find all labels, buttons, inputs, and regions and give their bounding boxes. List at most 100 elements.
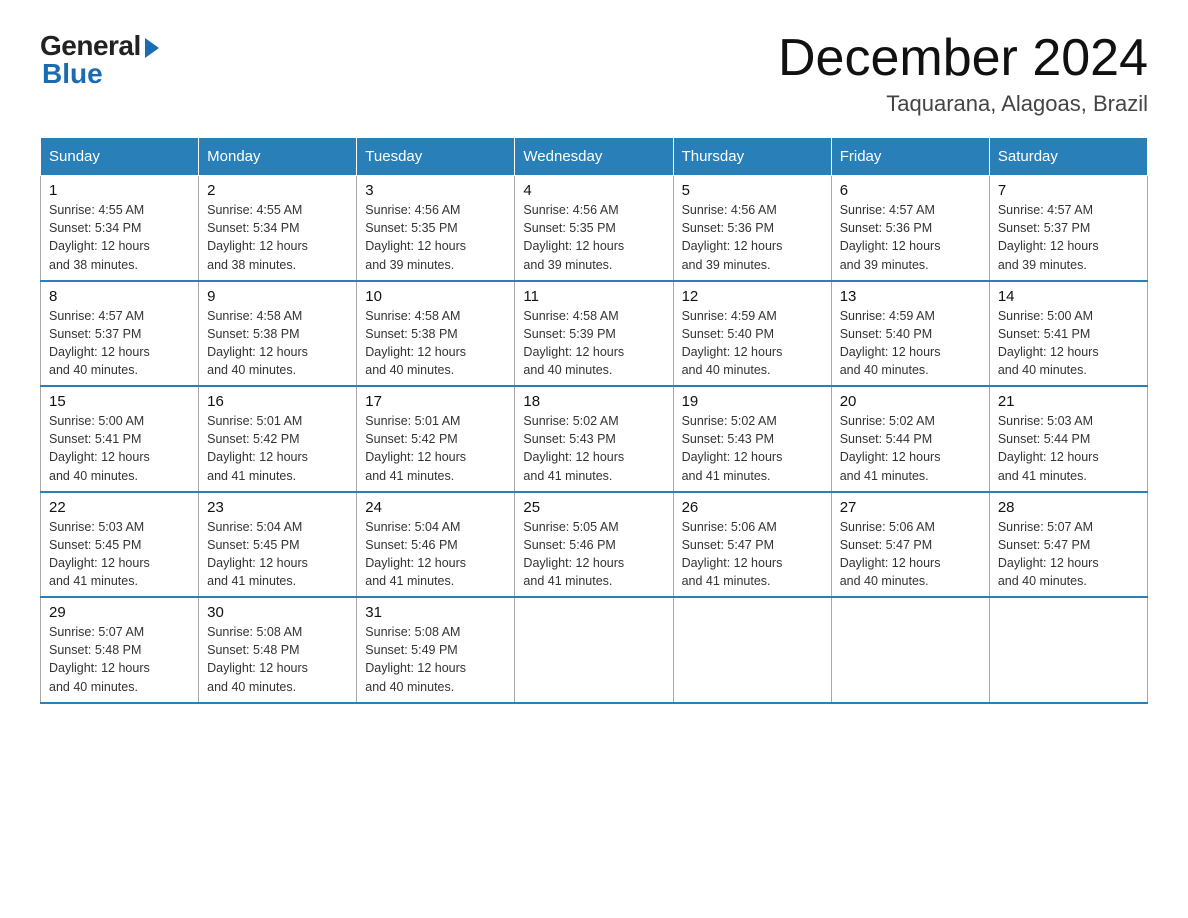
day-number: 23 bbox=[207, 499, 348, 516]
day-number: 21 bbox=[998, 393, 1139, 410]
day-info: Sunrise: 4:57 AM Sunset: 5:36 PM Dayligh… bbox=[840, 203, 941, 271]
day-info: Sunrise: 5:01 AM Sunset: 5:42 PM Dayligh… bbox=[365, 414, 466, 482]
calendar-cell: 19 Sunrise: 5:02 AM Sunset: 5:43 PM Dayl… bbox=[673, 386, 831, 492]
day-info: Sunrise: 4:58 AM Sunset: 5:39 PM Dayligh… bbox=[523, 309, 624, 377]
calendar-week-2: 8 Sunrise: 4:57 AM Sunset: 5:37 PM Dayli… bbox=[41, 281, 1148, 387]
day-number: 16 bbox=[207, 393, 348, 410]
page-title: December 2024 bbox=[778, 30, 1148, 87]
day-number: 11 bbox=[523, 288, 664, 305]
calendar-cell: 14 Sunrise: 5:00 AM Sunset: 5:41 PM Dayl… bbox=[989, 281, 1147, 387]
day-number: 8 bbox=[49, 288, 190, 305]
day-number: 25 bbox=[523, 499, 664, 516]
day-info: Sunrise: 5:02 AM Sunset: 5:43 PM Dayligh… bbox=[682, 414, 783, 482]
calendar-cell: 30 Sunrise: 5:08 AM Sunset: 5:48 PM Dayl… bbox=[199, 597, 357, 703]
calendar-cell bbox=[831, 597, 989, 703]
calendar-cell: 20 Sunrise: 5:02 AM Sunset: 5:44 PM Dayl… bbox=[831, 386, 989, 492]
day-info: Sunrise: 4:56 AM Sunset: 5:35 PM Dayligh… bbox=[365, 203, 466, 271]
day-number: 29 bbox=[49, 604, 190, 621]
day-info: Sunrise: 4:55 AM Sunset: 5:34 PM Dayligh… bbox=[49, 203, 150, 271]
weekday-header-sunday: Sunday bbox=[41, 138, 199, 176]
calendar-cell: 28 Sunrise: 5:07 AM Sunset: 5:47 PM Dayl… bbox=[989, 492, 1147, 598]
weekday-header-saturday: Saturday bbox=[989, 138, 1147, 176]
day-info: Sunrise: 5:06 AM Sunset: 5:47 PM Dayligh… bbox=[840, 520, 941, 588]
day-number: 22 bbox=[49, 499, 190, 516]
logo-arrow-icon bbox=[145, 38, 159, 58]
calendar-cell: 24 Sunrise: 5:04 AM Sunset: 5:46 PM Dayl… bbox=[357, 492, 515, 598]
calendar-cell: 22 Sunrise: 5:03 AM Sunset: 5:45 PM Dayl… bbox=[41, 492, 199, 598]
calendar-body: 1 Sunrise: 4:55 AM Sunset: 5:34 PM Dayli… bbox=[41, 176, 1148, 703]
day-info: Sunrise: 5:04 AM Sunset: 5:46 PM Dayligh… bbox=[365, 520, 466, 588]
calendar-table: SundayMondayTuesdayWednesdayThursdayFrid… bbox=[40, 137, 1148, 704]
day-number: 5 bbox=[682, 182, 823, 199]
calendar-cell: 8 Sunrise: 4:57 AM Sunset: 5:37 PM Dayli… bbox=[41, 281, 199, 387]
calendar-cell: 18 Sunrise: 5:02 AM Sunset: 5:43 PM Dayl… bbox=[515, 386, 673, 492]
day-info: Sunrise: 4:57 AM Sunset: 5:37 PM Dayligh… bbox=[49, 309, 150, 377]
weekday-header-thursday: Thursday bbox=[673, 138, 831, 176]
weekday-header-monday: Monday bbox=[199, 138, 357, 176]
day-info: Sunrise: 4:56 AM Sunset: 5:36 PM Dayligh… bbox=[682, 203, 783, 271]
day-info: Sunrise: 5:07 AM Sunset: 5:47 PM Dayligh… bbox=[998, 520, 1099, 588]
day-info: Sunrise: 5:06 AM Sunset: 5:47 PM Dayligh… bbox=[682, 520, 783, 588]
calendar-week-1: 1 Sunrise: 4:55 AM Sunset: 5:34 PM Dayli… bbox=[41, 176, 1148, 281]
day-number: 6 bbox=[840, 182, 981, 199]
calendar-cell: 25 Sunrise: 5:05 AM Sunset: 5:46 PM Dayl… bbox=[515, 492, 673, 598]
page-subtitle: Taquarana, Alagoas, Brazil bbox=[778, 91, 1148, 117]
day-info: Sunrise: 5:07 AM Sunset: 5:48 PM Dayligh… bbox=[49, 625, 150, 693]
title-block: December 2024 Taquarana, Alagoas, Brazil bbox=[778, 30, 1148, 117]
day-info: Sunrise: 5:08 AM Sunset: 5:49 PM Dayligh… bbox=[365, 625, 466, 693]
calendar-cell: 23 Sunrise: 5:04 AM Sunset: 5:45 PM Dayl… bbox=[199, 492, 357, 598]
calendar-cell: 16 Sunrise: 5:01 AM Sunset: 5:42 PM Dayl… bbox=[199, 386, 357, 492]
day-number: 4 bbox=[523, 182, 664, 199]
day-number: 18 bbox=[523, 393, 664, 410]
weekday-header-friday: Friday bbox=[831, 138, 989, 176]
calendar-week-5: 29 Sunrise: 5:07 AM Sunset: 5:48 PM Dayl… bbox=[41, 597, 1148, 703]
calendar-cell: 15 Sunrise: 5:00 AM Sunset: 5:41 PM Dayl… bbox=[41, 386, 199, 492]
day-info: Sunrise: 5:03 AM Sunset: 5:44 PM Dayligh… bbox=[998, 414, 1099, 482]
day-info: Sunrise: 4:55 AM Sunset: 5:34 PM Dayligh… bbox=[207, 203, 308, 271]
calendar-cell: 17 Sunrise: 5:01 AM Sunset: 5:42 PM Dayl… bbox=[357, 386, 515, 492]
calendar-cell: 5 Sunrise: 4:56 AM Sunset: 5:36 PM Dayli… bbox=[673, 176, 831, 281]
calendar-cell bbox=[673, 597, 831, 703]
day-number: 15 bbox=[49, 393, 190, 410]
calendar-cell: 7 Sunrise: 4:57 AM Sunset: 5:37 PM Dayli… bbox=[989, 176, 1147, 281]
day-info: Sunrise: 5:08 AM Sunset: 5:48 PM Dayligh… bbox=[207, 625, 308, 693]
day-info: Sunrise: 5:00 AM Sunset: 5:41 PM Dayligh… bbox=[49, 414, 150, 482]
day-number: 2 bbox=[207, 182, 348, 199]
day-number: 7 bbox=[998, 182, 1139, 199]
calendar-week-3: 15 Sunrise: 5:00 AM Sunset: 5:41 PM Dayl… bbox=[41, 386, 1148, 492]
calendar-cell: 26 Sunrise: 5:06 AM Sunset: 5:47 PM Dayl… bbox=[673, 492, 831, 598]
calendar-cell: 1 Sunrise: 4:55 AM Sunset: 5:34 PM Dayli… bbox=[41, 176, 199, 281]
calendar-cell: 12 Sunrise: 4:59 AM Sunset: 5:40 PM Dayl… bbox=[673, 281, 831, 387]
calendar-cell: 4 Sunrise: 4:56 AM Sunset: 5:35 PM Dayli… bbox=[515, 176, 673, 281]
day-number: 20 bbox=[840, 393, 981, 410]
day-info: Sunrise: 4:59 AM Sunset: 5:40 PM Dayligh… bbox=[840, 309, 941, 377]
day-info: Sunrise: 4:58 AM Sunset: 5:38 PM Dayligh… bbox=[207, 309, 308, 377]
day-info: Sunrise: 5:02 AM Sunset: 5:43 PM Dayligh… bbox=[523, 414, 624, 482]
day-number: 12 bbox=[682, 288, 823, 305]
calendar-cell: 3 Sunrise: 4:56 AM Sunset: 5:35 PM Dayli… bbox=[357, 176, 515, 281]
day-number: 3 bbox=[365, 182, 506, 199]
day-number: 10 bbox=[365, 288, 506, 305]
calendar-cell bbox=[989, 597, 1147, 703]
calendar-cell: 27 Sunrise: 5:06 AM Sunset: 5:47 PM Dayl… bbox=[831, 492, 989, 598]
day-info: Sunrise: 5:05 AM Sunset: 5:46 PM Dayligh… bbox=[523, 520, 624, 588]
calendar-cell: 2 Sunrise: 4:55 AM Sunset: 5:34 PM Dayli… bbox=[199, 176, 357, 281]
weekday-header-tuesday: Tuesday bbox=[357, 138, 515, 176]
day-number: 27 bbox=[840, 499, 981, 516]
day-number: 17 bbox=[365, 393, 506, 410]
day-number: 19 bbox=[682, 393, 823, 410]
calendar-cell: 31 Sunrise: 5:08 AM Sunset: 5:49 PM Dayl… bbox=[357, 597, 515, 703]
calendar-cell: 13 Sunrise: 4:59 AM Sunset: 5:40 PM Dayl… bbox=[831, 281, 989, 387]
logo: General Blue bbox=[40, 30, 159, 90]
day-number: 30 bbox=[207, 604, 348, 621]
calendar-cell: 21 Sunrise: 5:03 AM Sunset: 5:44 PM Dayl… bbox=[989, 386, 1147, 492]
calendar-cell: 29 Sunrise: 5:07 AM Sunset: 5:48 PM Dayl… bbox=[41, 597, 199, 703]
day-info: Sunrise: 5:02 AM Sunset: 5:44 PM Dayligh… bbox=[840, 414, 941, 482]
day-number: 26 bbox=[682, 499, 823, 516]
day-number: 28 bbox=[998, 499, 1139, 516]
day-number: 13 bbox=[840, 288, 981, 305]
day-info: Sunrise: 5:01 AM Sunset: 5:42 PM Dayligh… bbox=[207, 414, 308, 482]
calendar-cell: 9 Sunrise: 4:58 AM Sunset: 5:38 PM Dayli… bbox=[199, 281, 357, 387]
calendar-cell bbox=[515, 597, 673, 703]
calendar-week-4: 22 Sunrise: 5:03 AM Sunset: 5:45 PM Dayl… bbox=[41, 492, 1148, 598]
